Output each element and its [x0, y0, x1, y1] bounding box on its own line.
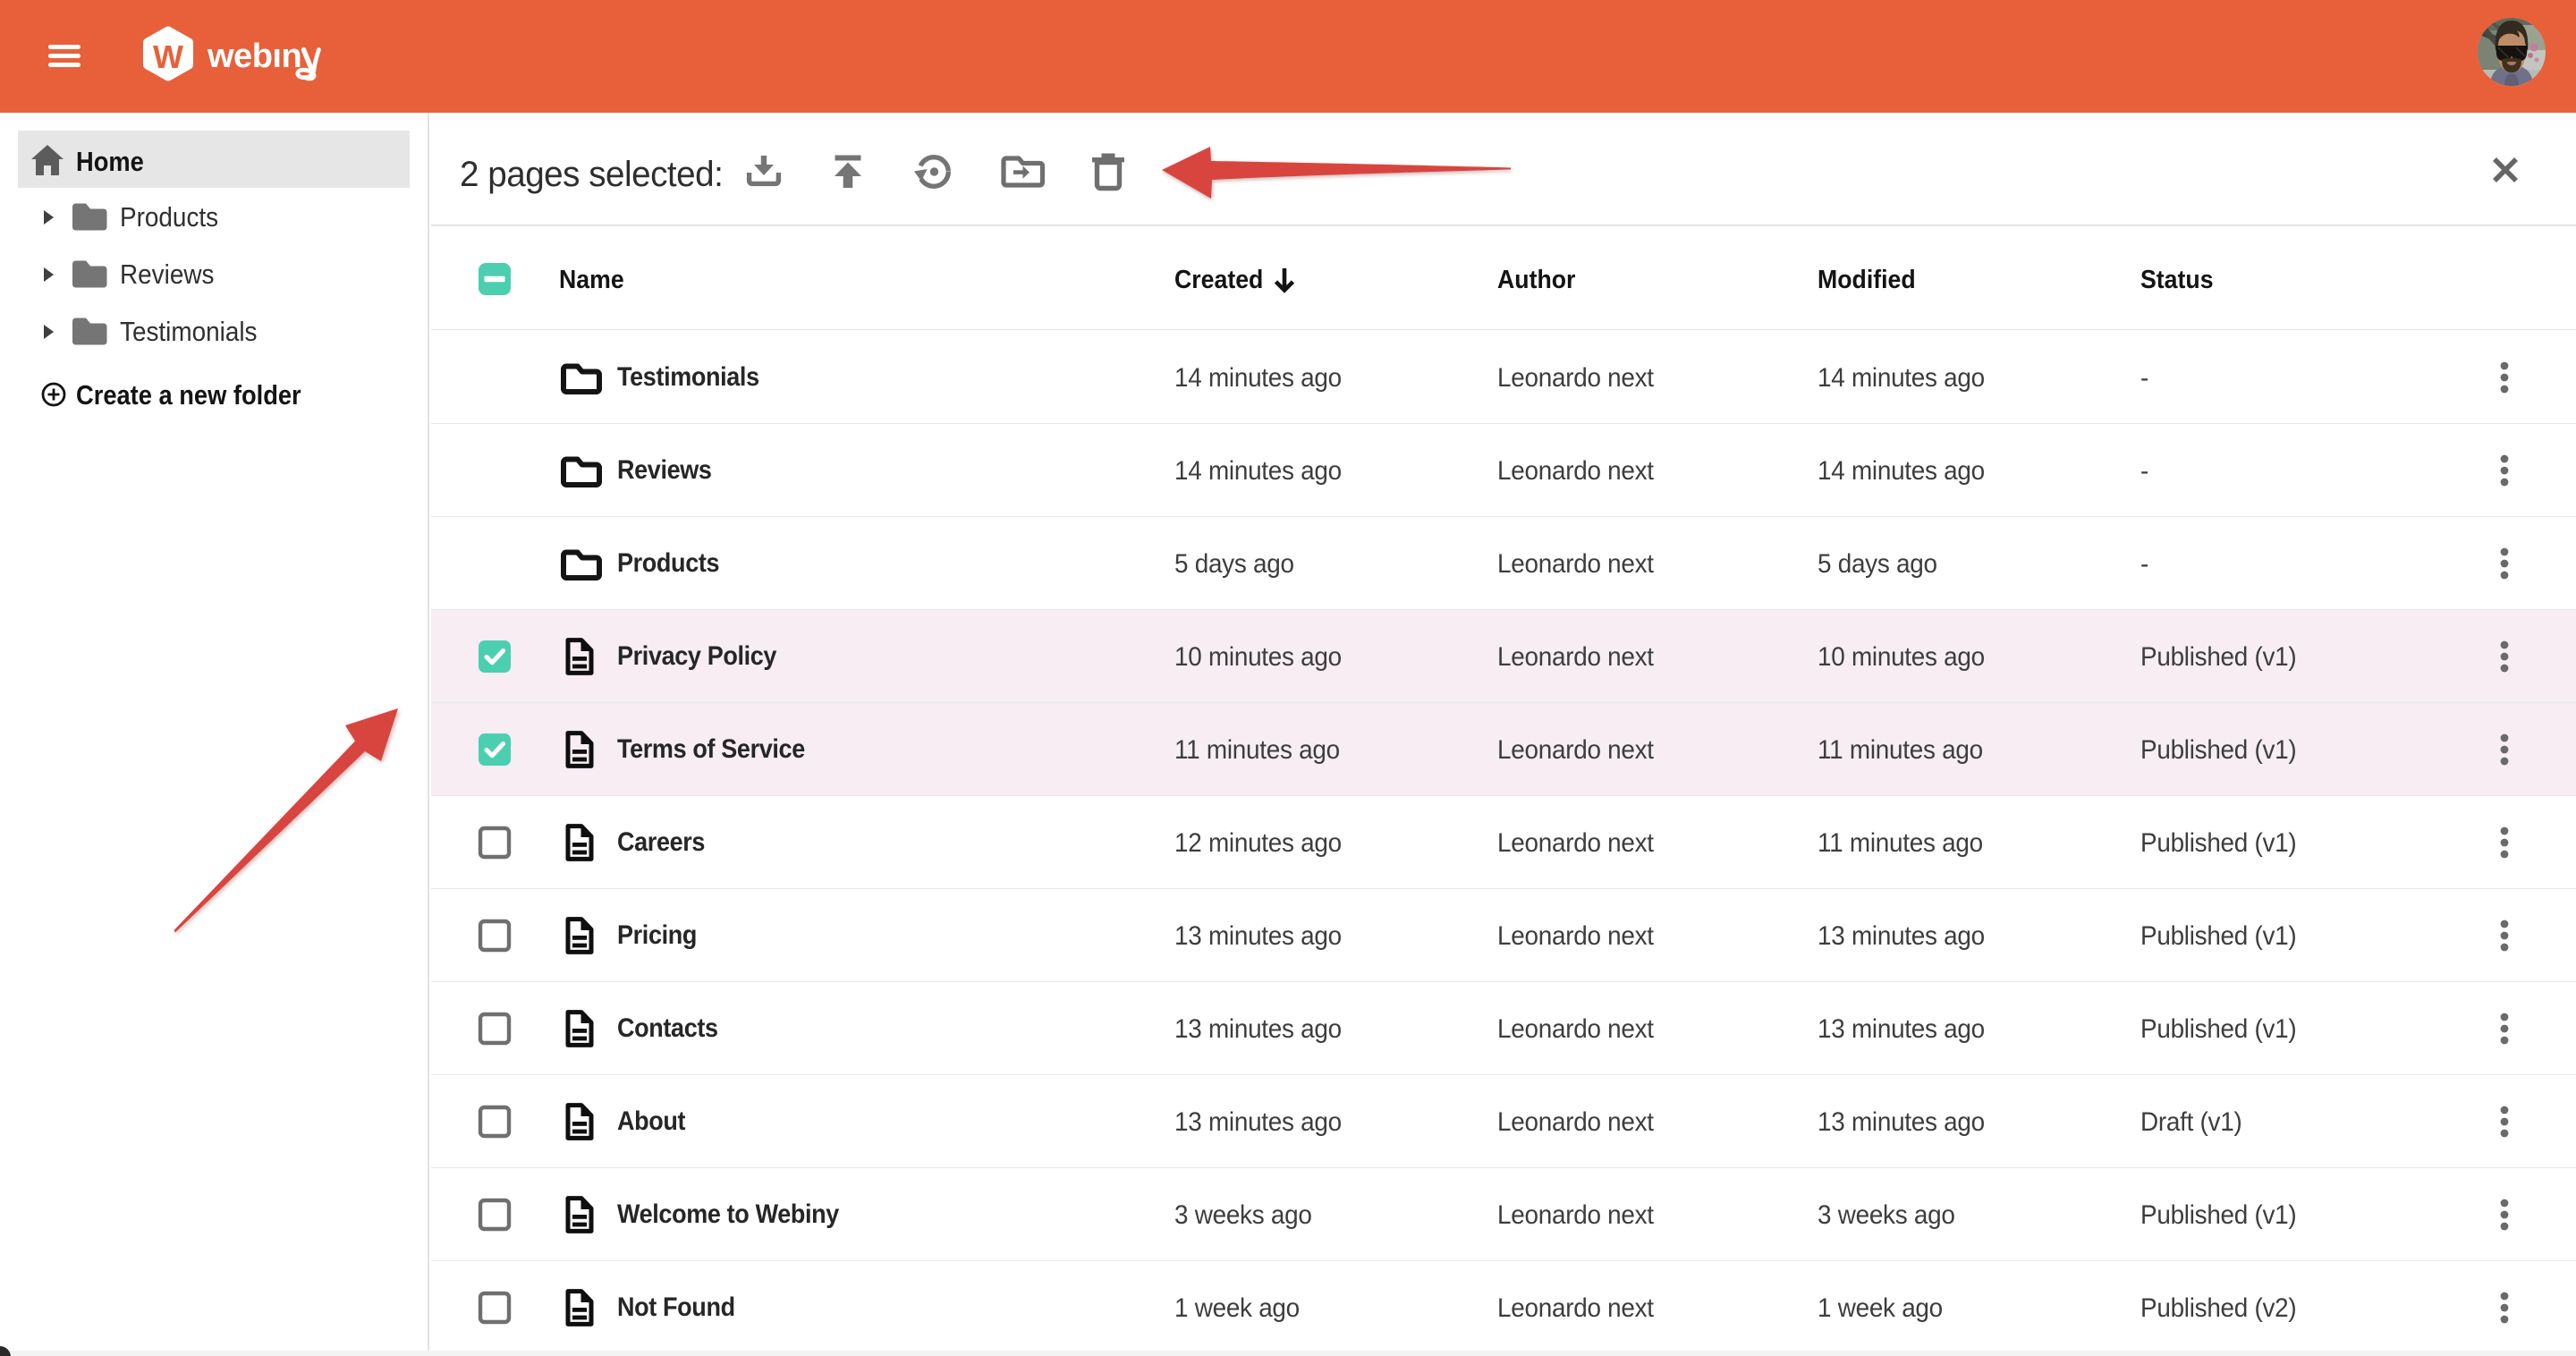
svg-text:W: W: [153, 38, 183, 75]
svg-text:webın: webın: [207, 38, 301, 75]
